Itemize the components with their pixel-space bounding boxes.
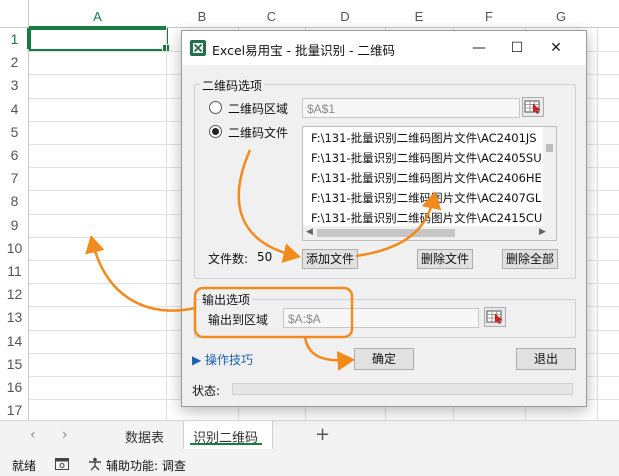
row-header-6[interactable]: 6 xyxy=(0,144,29,167)
status-bar: 就绪 辅助功能: 调查 xyxy=(0,451,619,476)
row-header-15[interactable]: 15 xyxy=(0,353,29,376)
radio-qr-file[interactable] xyxy=(209,125,222,138)
list-item[interactable]: F:\131-批量识别二维码图片文件\AC2415CU xyxy=(311,210,542,226)
app-icon xyxy=(190,40,206,56)
output-range-input[interactable]: $A:$A xyxy=(283,308,479,328)
qr-options-legend: 二维码选项 xyxy=(200,77,265,94)
row-header-10[interactable]: 10 xyxy=(0,237,29,260)
radio-qr-range-label[interactable]: 二维码区域 xyxy=(228,100,288,117)
add-file-button[interactable]: 添加文件 xyxy=(302,249,358,269)
add-sheet-icon[interactable]: + xyxy=(315,424,330,445)
column-header-c[interactable]: C xyxy=(238,0,305,28)
list-item[interactable]: F:\131-批量识别二维码图片文件\AC2406HE xyxy=(311,170,542,186)
column-gridline xyxy=(166,28,167,420)
column-header-e[interactable]: E xyxy=(385,0,453,28)
output-options-legend: 输出选项 xyxy=(200,291,253,308)
list-vertical-scrollbar[interactable] xyxy=(543,127,556,227)
tab-next-icon[interactable]: › xyxy=(62,427,68,443)
scroll-left-icon[interactable]: ◀ xyxy=(306,227,313,237)
column-header-f[interactable]: F xyxy=(453,0,525,28)
row-header-17[interactable]: 17 xyxy=(0,399,29,420)
radio-qr-file-label[interactable]: 二维码文件 xyxy=(228,124,288,141)
list-item[interactable]: F:\131-批量识别二维码图片文件\AC2405SU xyxy=(311,150,542,166)
macro-record-icon[interactable] xyxy=(55,458,69,470)
file-count-value: 50 xyxy=(257,250,273,264)
tab-active-underline xyxy=(190,443,262,445)
select-all-corner[interactable] xyxy=(0,0,29,28)
row-header-2[interactable]: 2 xyxy=(0,51,29,74)
list-horizontal-scrollbar[interactable]: ◀ ▶ xyxy=(303,226,556,240)
accessibility-icon[interactable] xyxy=(88,457,102,471)
qr-range-input[interactable]: $A$1 xyxy=(302,98,520,118)
delete-file-button[interactable]: 删除文件 xyxy=(417,249,473,269)
accessibility-status[interactable]: 辅助功能: 调查 xyxy=(106,457,186,474)
dialog-titlebar[interactable]: Excel易用宝 - 批量识别 - 二维码 — ☐ ✕ xyxy=(182,31,586,65)
row-header-1[interactable]: 1 xyxy=(0,28,29,51)
column-header-a[interactable]: A xyxy=(29,0,166,28)
tab-prev-icon[interactable]: ‹ xyxy=(30,427,36,443)
exit-button[interactable]: 退出 xyxy=(516,348,576,370)
row-header-13[interactable]: 13 xyxy=(0,306,29,329)
row-header-9[interactable]: 9 xyxy=(0,214,29,237)
ok-button[interactable]: 确定 xyxy=(354,348,414,370)
output-range-label: 输出到区域 xyxy=(208,313,269,327)
row-header-3[interactable]: 3 xyxy=(0,74,29,97)
row-header-7[interactable]: 7 xyxy=(0,167,29,190)
progress-bar xyxy=(232,383,573,395)
column-header-b[interactable]: B xyxy=(166,0,238,28)
row-header-5[interactable]: 5 xyxy=(0,121,29,144)
row-header-16[interactable]: 16 xyxy=(0,376,29,399)
maximize-button[interactable]: ☐ xyxy=(502,35,532,61)
column-gridline xyxy=(597,28,598,420)
row-header-14[interactable]: 14 xyxy=(0,330,29,353)
column-header-d[interactable]: D xyxy=(305,0,385,28)
list-item[interactable]: F:\131-批量识别二维码图片文件\AC2407GL xyxy=(311,190,541,206)
minimize-button[interactable]: — xyxy=(464,35,494,61)
qr-file-list[interactable]: F:\131-批量识别二维码图片文件\AC2401JS F:\131-批量识别二… xyxy=(302,126,557,241)
range-picker-icon xyxy=(486,310,503,324)
status-label: 状态: xyxy=(192,384,221,398)
status-ready: 就绪 xyxy=(12,459,37,473)
radio-qr-range[interactable] xyxy=(209,101,222,114)
sheet-tab-bar: ‹ › 数据表 识别二维码 + xyxy=(0,420,619,451)
row-header-12[interactable]: 12 xyxy=(0,283,29,306)
row-header-11[interactable]: 11 xyxy=(0,260,29,283)
row-header-divider xyxy=(28,0,29,420)
list-horizontal-thumb[interactable] xyxy=(317,229,455,237)
close-button[interactable]: ✕ xyxy=(541,35,571,61)
range-picker-icon xyxy=(524,100,541,114)
active-cell-a1[interactable] xyxy=(29,28,168,51)
batch-qr-dialog: Excel易用宝 - 批量识别 - 二维码 — ☐ ✕ 二维码选项 二维码区域 … xyxy=(181,30,587,407)
delete-all-button[interactable]: 删除全部 xyxy=(502,249,558,269)
qr-range-picker-button[interactable] xyxy=(522,97,544,117)
row-header-4[interactable]: 4 xyxy=(0,98,29,121)
file-count-label: 文件数: xyxy=(208,252,249,266)
dialog-title: Excel易用宝 - 批量识别 - 二维码 xyxy=(212,43,396,58)
operation-tips-link[interactable]: ▶ 操作技巧 xyxy=(192,351,253,368)
list-vertical-thumb[interactable] xyxy=(546,144,553,152)
tab-data-sheet[interactable]: 数据表 xyxy=(125,427,164,446)
column-header-g[interactable]: G xyxy=(525,0,597,28)
scroll-right-icon[interactable]: ▶ xyxy=(539,227,546,237)
output-range-picker-button[interactable] xyxy=(484,307,506,327)
list-item[interactable]: F:\131-批量识别二维码图片文件\AC2401JS xyxy=(311,130,537,146)
row-header-8[interactable]: 8 xyxy=(0,190,29,213)
